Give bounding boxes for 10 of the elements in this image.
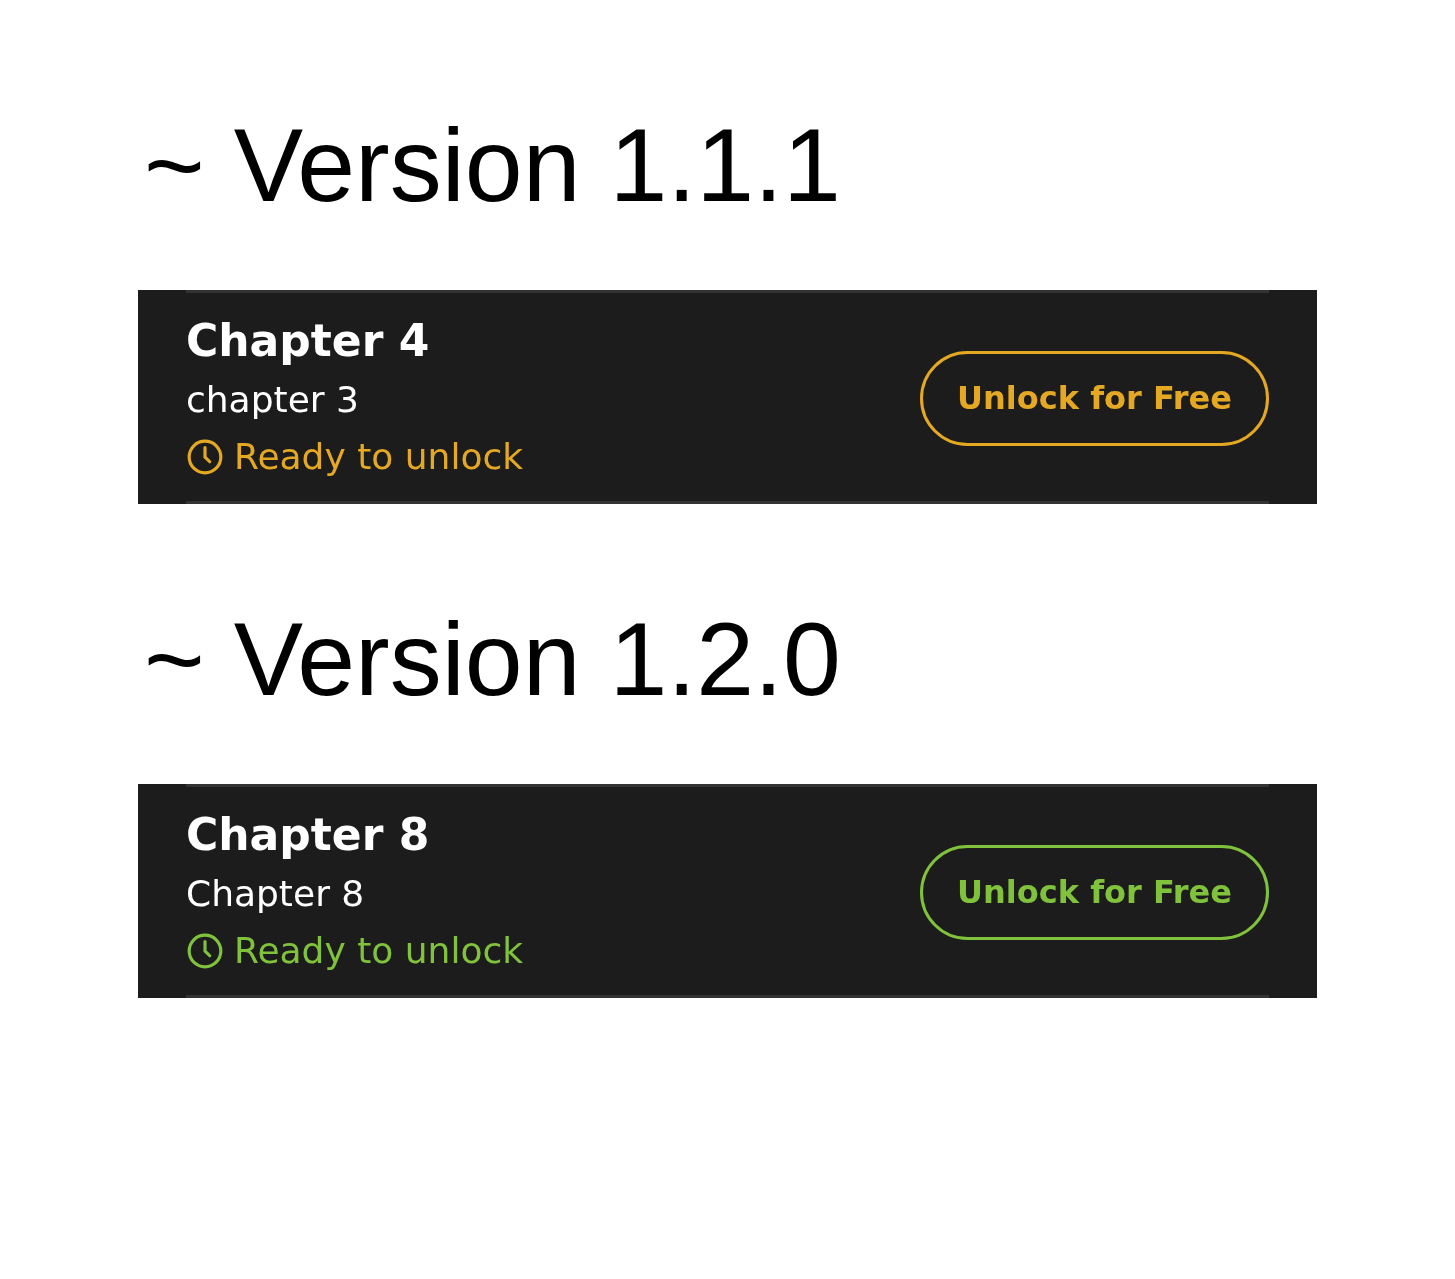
chapter-title: Chapter 4 <box>186 314 431 368</box>
unlock-status: Ready to unlock <box>234 929 524 973</box>
chapter-subtitle: chapter 3 <box>186 378 360 422</box>
version-heading: ~ Version 1.2.0 <box>144 600 842 719</box>
chapter-title: Chapter 8 <box>186 808 431 862</box>
unlock-button[interactable]: Unlock for Free <box>920 844 1269 940</box>
version-heading: ~ Version 1.1.1 <box>144 106 842 225</box>
chapter-subtitle: Chapter 8 <box>186 872 366 916</box>
unlock-button[interactable]: Unlock for Free <box>920 350 1269 446</box>
unlock-status: Ready to unlock <box>234 435 524 479</box>
